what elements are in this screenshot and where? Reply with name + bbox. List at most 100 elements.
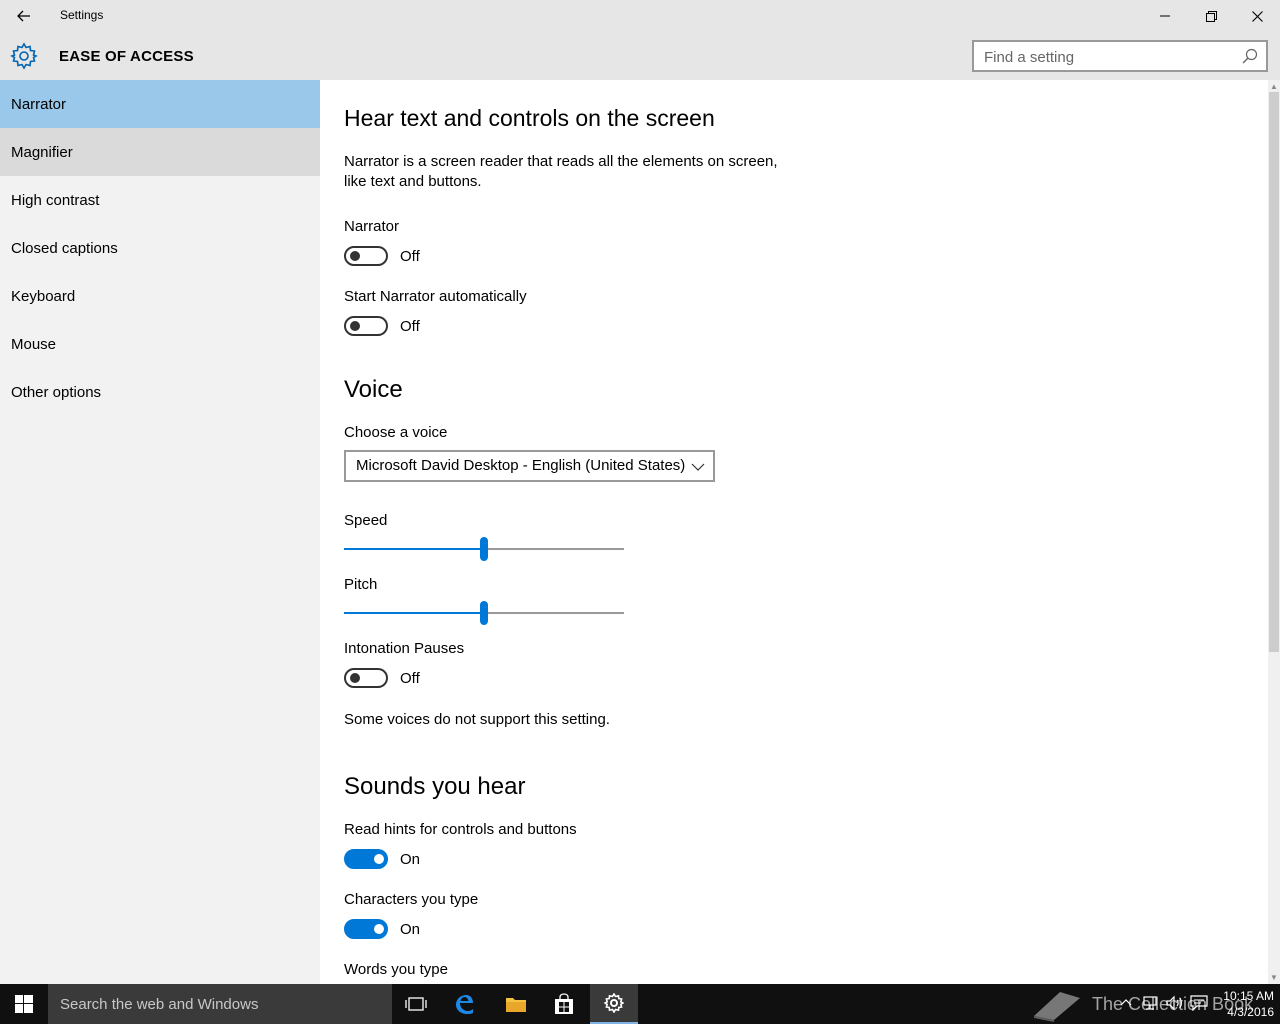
- slider-thumb[interactable]: [480, 601, 488, 625]
- action-center-button[interactable]: [1190, 995, 1208, 1024]
- sidebar-item-narrator[interactable]: Narrator: [0, 80, 320, 128]
- taskbar-search-box[interactable]: [48, 984, 392, 1024]
- clock[interactable]: 10:15 AM 4/3/2016: [1214, 988, 1274, 1020]
- clock-time: 10:15 AM: [1223, 989, 1274, 1003]
- task-view-button[interactable]: [392, 984, 440, 1024]
- characters-typed-state: On: [400, 921, 421, 938]
- search-icon[interactable]: [1242, 48, 1258, 64]
- restore-icon: [1205, 10, 1217, 22]
- words-typed-label: Words you type: [344, 961, 448, 978]
- network-button[interactable]: [1142, 995, 1158, 1024]
- sidebar: Narrator Magnifier High contrast Closed …: [0, 80, 320, 984]
- read-hints-state: On: [400, 851, 421, 868]
- taskbar: The Collection Book 10:15 AM 4/3/2016: [0, 984, 1280, 1024]
- start-narrator-auto-state: Off: [400, 318, 420, 335]
- speed-label: Speed: [344, 512, 388, 529]
- sidebar-item-mouse[interactable]: Mouse: [0, 320, 320, 368]
- gear-icon: [10, 42, 38, 70]
- store-bag-icon: [555, 993, 573, 1014]
- slider-fill: [344, 548, 484, 550]
- restore-button[interactable]: [1188, 0, 1234, 32]
- show-hidden-icons-button[interactable]: [1120, 996, 1132, 1024]
- settings-search-input[interactable]: [984, 47, 1234, 67]
- narrator-description-line2: like text and buttons.: [344, 173, 482, 190]
- voice-dropdown[interactable]: Microsoft David Desktop - English (Unite…: [344, 450, 715, 482]
- book-logo-icon: [1034, 992, 1080, 1022]
- back-arrow-icon: [17, 10, 30, 22]
- intonation-pauses-toggle[interactable]: [344, 668, 388, 688]
- chevron-up-icon: [1120, 999, 1132, 1006]
- sidebar-item-keyboard[interactable]: Keyboard: [0, 272, 320, 320]
- sidebar-item-label: Keyboard: [11, 287, 76, 305]
- close-button[interactable]: [1234, 0, 1280, 32]
- narrator-toggle-state: Off: [400, 248, 420, 265]
- voice-dropdown-value: Microsoft David Desktop - English (Unite…: [356, 457, 686, 474]
- window-title: Settings: [60, 8, 104, 22]
- notification-icon: [1190, 995, 1208, 1012]
- characters-typed-toggle[interactable]: [344, 919, 388, 939]
- sidebar-item-other-options[interactable]: Other options: [0, 368, 320, 416]
- back-button[interactable]: [8, 4, 40, 28]
- sidebar-item-closed-captions[interactable]: Closed captions: [0, 224, 320, 272]
- start-narrator-auto-toggle[interactable]: [344, 316, 388, 336]
- start-button[interactable]: [0, 984, 48, 1024]
- sidebar-item-label: Other options: [11, 383, 102, 401]
- read-hints-label: Read hints for controls and buttons: [344, 821, 577, 838]
- main-scrollbar[interactable]: ▲ ▼: [1268, 80, 1280, 984]
- volume-button[interactable]: [1166, 995, 1184, 1024]
- windows-logo-icon: [15, 995, 33, 1013]
- chevron-down-icon: [691, 463, 705, 471]
- scrollbar-thumb[interactable]: [1269, 92, 1279, 652]
- narrator-toggle[interactable]: [344, 246, 388, 266]
- intonation-pauses-state: Off: [400, 670, 420, 687]
- narrator-description-line1: Narrator is a screen reader that reads a…: [344, 153, 778, 170]
- file-explorer-button[interactable]: [492, 984, 540, 1024]
- speed-slider[interactable]: [344, 537, 624, 561]
- pitch-slider[interactable]: [344, 601, 624, 625]
- voice-heading: Voice: [344, 376, 403, 403]
- store-button[interactable]: [540, 984, 588, 1024]
- toggle-knob: [350, 673, 360, 683]
- sidebar-item-high-contrast[interactable]: High contrast: [0, 176, 320, 224]
- speaker-icon: [1166, 995, 1182, 1011]
- pitch-label: Pitch: [344, 576, 378, 593]
- sidebar-item-label: High contrast: [11, 191, 100, 209]
- sidebar-item-label: Magnifier: [11, 143, 73, 161]
- sidebar-item-label: Closed captions: [11, 239, 118, 257]
- scroll-up-arrow-icon[interactable]: ▲: [1270, 82, 1278, 91]
- settings-search-box[interactable]: [972, 40, 1268, 72]
- page-heading: Hear text and controls on the screen: [344, 105, 715, 131]
- choose-voice-label: Choose a voice: [344, 424, 448, 441]
- clock-date: 4/3/2016: [1227, 1005, 1274, 1019]
- voice-support-note: Some voices do not support this setting.: [344, 711, 610, 728]
- minimize-icon: [1160, 15, 1170, 17]
- slider-fill: [344, 612, 484, 614]
- toggle-knob: [374, 924, 384, 934]
- edge-browser-button[interactable]: [440, 984, 488, 1024]
- section-title: EASE OF ACCESS: [59, 48, 194, 65]
- title-bar: Settings: [0, 0, 1280, 32]
- main-content: Hear text and controls on the screen Nar…: [320, 80, 1268, 984]
- toggle-knob: [374, 854, 384, 864]
- intonation-pauses-label: Intonation Pauses: [344, 640, 465, 657]
- header: EASE OF ACCESS: [0, 32, 1280, 80]
- narrator-toggle-label: Narrator: [344, 218, 400, 235]
- close-icon: [1251, 10, 1263, 22]
- toggle-knob: [350, 321, 360, 331]
- sounds-heading: Sounds you hear: [344, 773, 526, 800]
- settings-taskbar-button[interactable]: [590, 984, 638, 1024]
- scroll-down-arrow-icon[interactable]: ▼: [1270, 973, 1278, 982]
- minimize-button[interactable]: [1142, 0, 1188, 32]
- edge-icon: [456, 995, 473, 1014]
- taskbar-search-input[interactable]: [60, 994, 380, 1014]
- folder-icon: [506, 998, 526, 1012]
- slider-thumb[interactable]: [480, 537, 488, 561]
- network-icon: [1143, 996, 1157, 1010]
- sidebar-item-magnifier[interactable]: Magnifier: [0, 128, 320, 176]
- read-hints-toggle[interactable]: [344, 849, 388, 869]
- sidebar-item-label: Mouse: [11, 335, 57, 353]
- toggle-knob: [350, 251, 360, 261]
- start-narrator-auto-label: Start Narrator automatically: [344, 288, 527, 305]
- gear-icon: [604, 993, 624, 1013]
- characters-typed-label: Characters you type: [344, 891, 479, 908]
